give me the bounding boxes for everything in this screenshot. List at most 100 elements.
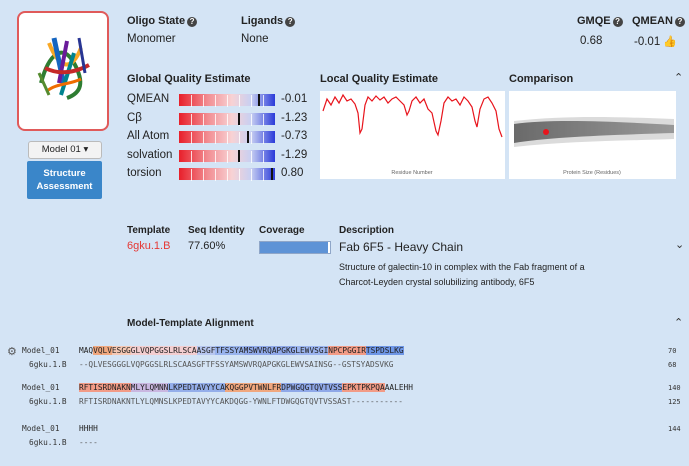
quality-gradient-bar [179,94,275,107]
local-plot-xlabel: Residue Number [391,170,432,176]
quality-value: -0.01 [281,93,308,105]
alignment-template-position: 68 [668,361,677,369]
residue: G [205,346,211,355]
ligands-label: Ligands? [241,15,296,27]
coverage-fill [260,242,328,253]
coverage-header: Coverage [259,225,305,236]
qmean-label: QMEAN? [632,15,685,27]
alignment-model-sequence[interactable]: HHHH [79,424,98,434]
collapse-quality-chevron-up-icon[interactable]: ⌃ [674,71,683,84]
quality-bar-divider [239,169,240,181]
alignment-template-sequence[interactable]: ---- [79,438,98,448]
protein-structure-image [37,37,90,100]
residue: T [253,383,258,392]
quality-bar-divider [263,169,264,181]
residue: S [97,383,103,392]
comparison-plot-xlabel: Protein Size (Residues) [563,170,621,176]
residue: G [318,346,324,355]
oligo-help-icon[interactable]: ? [187,17,198,27]
residue: F [271,383,277,392]
quality-marker [257,94,260,106]
residue: Y [205,383,211,392]
residue: V [318,383,324,392]
residue: Q [144,346,150,355]
residue: T [365,346,371,355]
ligands-help-icon[interactable]: ? [285,17,296,27]
quality-marker [247,131,250,143]
residue: R [79,383,84,392]
residue: A [238,346,244,355]
quality-bar-divider [227,132,228,144]
quality-row: All Atom -0.73 [127,130,317,144]
quality-row: solvation -1.29 [127,149,317,163]
oligo-state-label: Oligo State? [127,15,198,27]
quality-bar-divider [203,150,204,163]
template-description-line2: Charcot-Leyden crystal solubilizing anti… [339,277,535,287]
quality-bar-divider [239,95,240,107]
local-quality-title: Local Quality Estimate [320,73,438,85]
quality-value: 0.80 [281,167,304,179]
alignment-template-label: 6gku.1.B [29,438,67,447]
residue: Q [97,346,103,355]
quality-gradient-bar [179,168,275,181]
quality-bar-divider [191,150,192,163]
structure-button-line2: Assessment [36,181,93,192]
alignment-settings-gear-icon[interactable]: ⚙ [7,345,17,358]
alignment-model-sequence[interactable]: MAQVQLVESGGGLVQPGGSLRLSCAASGFTFSSYAMSWVR… [79,346,404,356]
residue: E [111,346,117,355]
alignment-template-label: 6gku.1.B [29,360,67,369]
local-quality-line-svg: Residue Number [322,93,503,176]
collapse-alignment-chevron-up-icon[interactable]: ⌃ [674,316,683,329]
residue: G [158,346,164,355]
residue: W [253,346,258,355]
residue: S [224,346,230,355]
quality-name: All Atom [127,130,170,142]
residue: H [408,383,413,392]
quality-bar-divider [263,95,264,107]
residue: N [111,383,117,392]
alignment-model-label: Model_01 [22,383,60,392]
quality-bar-divider [215,150,216,163]
quality-bar-divider [251,132,252,144]
model-thumbnail[interactable] [17,11,109,131]
residue: A [271,346,277,355]
global-quality-title: Global Quality Estimate [127,73,251,85]
quality-bar-divider [191,95,192,107]
quality-bar-divider [215,132,216,144]
residue: S [332,383,338,392]
local-quality-plot[interactable]: Residue Number [320,91,505,179]
qmean-help-icon[interactable]: ? [674,17,685,27]
quality-value: -1.23 [281,111,308,124]
quality-value: -0.73 [281,130,308,142]
seq-identity-header: Seq Identity [188,225,245,236]
quality-bar-divider [227,169,228,181]
comparison-title: Comparison [509,73,574,85]
alignment-model-position: 70 [668,347,677,355]
residue: N [158,383,164,392]
alignment-model-sequence[interactable]: RFTISRDNAKNMLYLQMNNLKPEDTAVYYCAKQGGPVTWN… [79,383,413,393]
model-select-dropdown[interactable]: Model 01 ▾ [28,141,102,159]
comparison-plot[interactable]: Protein Size (Residues) [509,91,676,179]
thumbs-up-icon: 👍 [663,36,678,48]
alignment-model-label: Model_01 [22,424,60,433]
residue: A [191,346,197,355]
model-results-panel: Model 01 ▾ Structure Assessment Oligo St… [0,0,689,466]
quality-gradient-bar [179,112,275,126]
alignment-template-sequence[interactable]: RFTISRDNAKNTLYLQMNSLKPEDTAVYYCAKDQGG-YWN… [79,397,403,407]
quality-bar-divider [263,113,264,126]
quality-bar-divider [227,113,228,126]
quality-bar-divider [215,169,216,181]
coverage-bar [259,241,331,254]
template-id-link[interactable]: 6gku.1.B [127,240,170,252]
quality-value: -1.29 [281,148,308,161]
quality-gradient-bar [179,131,275,144]
quality-row: Cβ -1.23 [127,112,317,126]
structure-assessment-button[interactable]: Structure Assessment [27,161,102,199]
quality-name: QMEAN [127,93,170,105]
quality-row: QMEAN -0.01 [127,93,317,107]
expand-template-chevron-down-icon[interactable]: ⌄ [675,238,684,251]
quality-bar-divider [191,132,192,144]
gmqe-help-icon[interactable]: ? [612,17,623,27]
description-header: Description [339,225,395,236]
alignment-template-sequence[interactable]: --QLVESGGGLVQPGGSLRLSCAASGFTFSSYAMSWVRQA… [79,360,394,370]
